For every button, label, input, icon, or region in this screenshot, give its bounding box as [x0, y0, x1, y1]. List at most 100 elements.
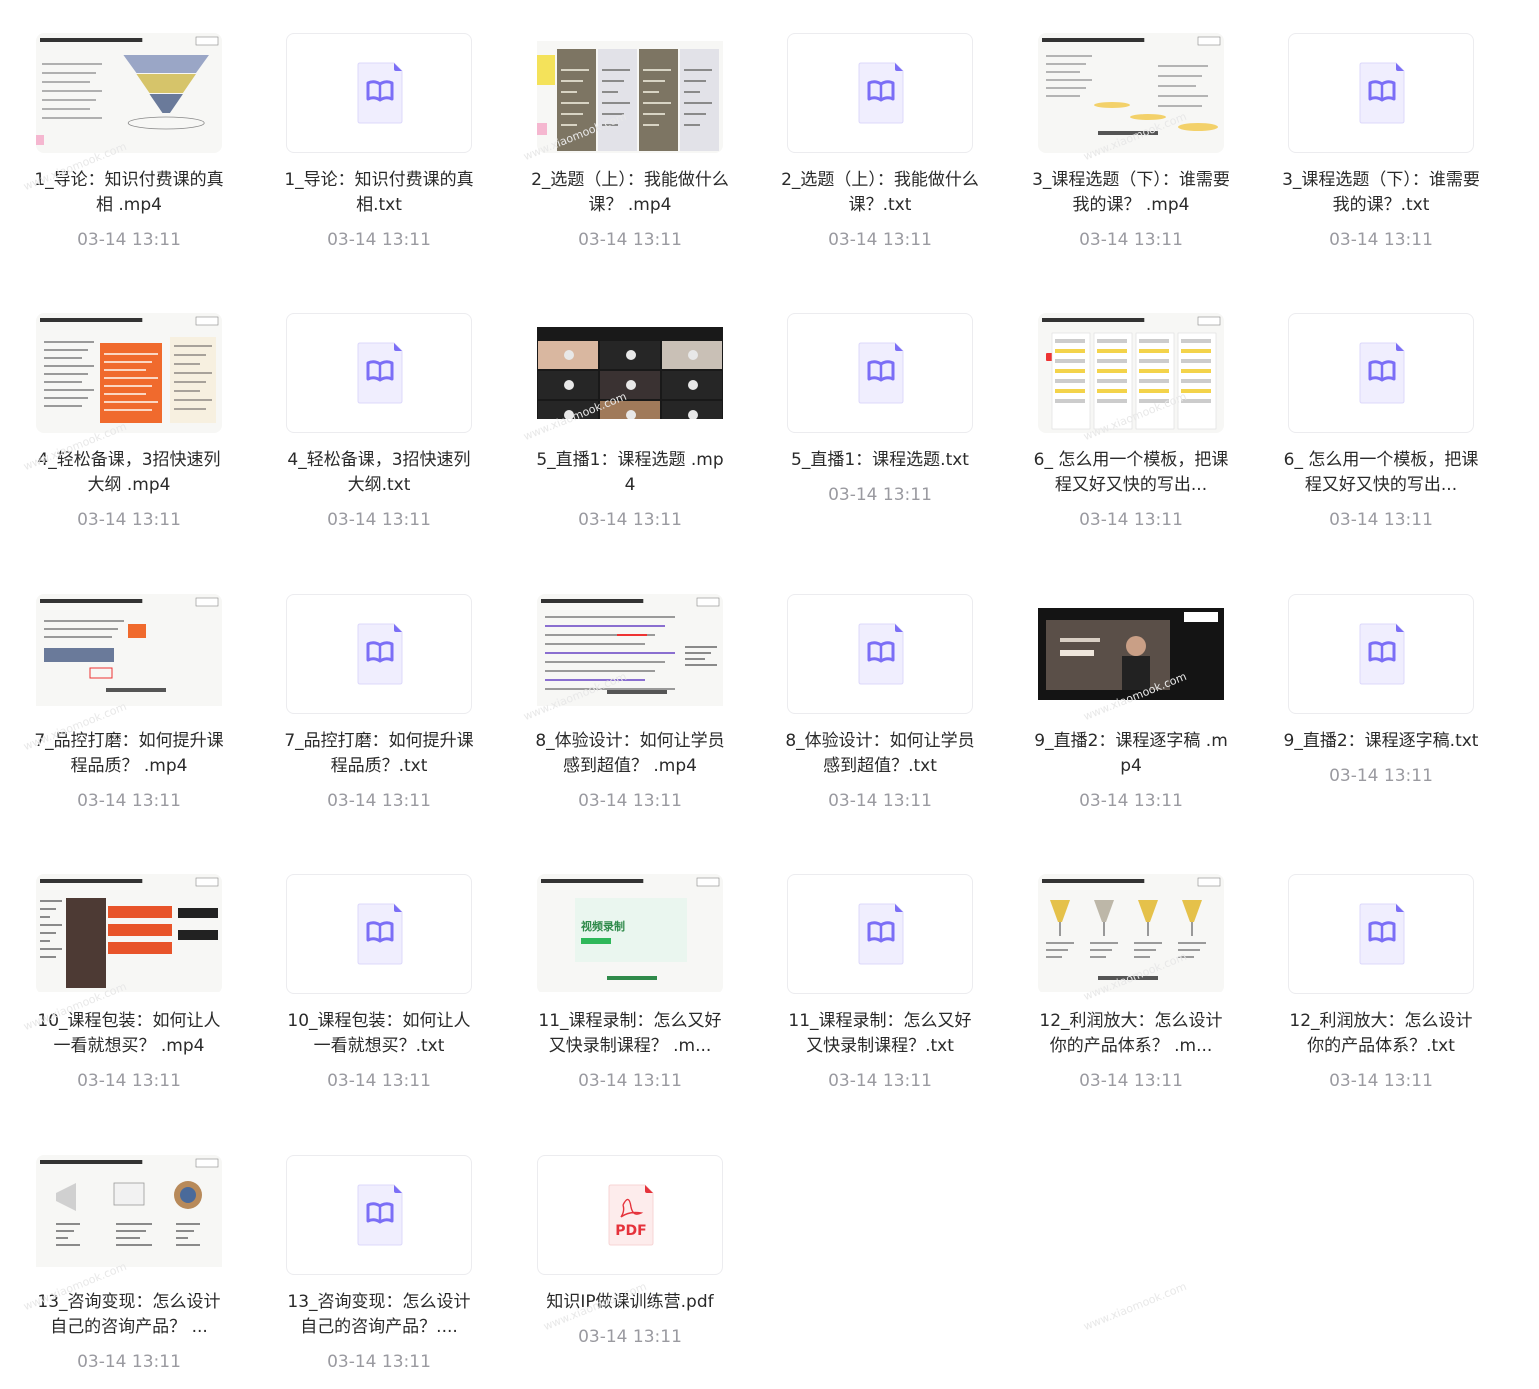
book-icon	[858, 903, 904, 965]
file-thumbnail[interactable]	[286, 874, 472, 994]
file-name[interactable]: 10_课程包装：如何让人一看就想买？.txt	[280, 1009, 478, 1059]
file-name[interactable]: 1_导论：知识付费课的真相.txt	[280, 168, 478, 218]
file-name[interactable]: 10_课程包装：如何让人一看就想买？ .mp4	[30, 1009, 228, 1059]
file-name[interactable]: 12_利润放大：怎么设计你的产品体系？ .m...	[1032, 1009, 1230, 1059]
book-icon	[1359, 342, 1405, 404]
file-date: 03-14 13:11	[327, 1071, 431, 1091]
file-date: 03-14 13:11	[828, 485, 932, 505]
file-name[interactable]: 8_体验设计：如何让学员感到超值？.txt	[781, 729, 979, 779]
video-frame	[1038, 608, 1224, 700]
video-thumbnail[interactable]	[537, 313, 723, 433]
file-thumbnail[interactable]	[286, 33, 472, 153]
file-name[interactable]: 12_利润放大：怎么设计你的产品体系？.txt	[1282, 1009, 1480, 1059]
file-date: 03-14 13:11	[1329, 1071, 1433, 1091]
file-name[interactable]: 13_咨询变现：怎么设计自己的咨询产品？ ...	[30, 1290, 228, 1340]
file-name[interactable]: 3_课程选题（下）：谁需要我的课？ .mp4	[1032, 168, 1230, 218]
file-date: 03-14 13:11	[578, 1071, 682, 1091]
file-date: 03-14 13:11	[1079, 791, 1183, 811]
video-frame	[538, 341, 722, 419]
file-name[interactable]: 6_ 怎么用一个模板，把课程又好又快的写出...	[1282, 448, 1480, 498]
file-grid: 1_导论：知识付费课的真相 .mp4 03-14 13:11 1_导论：知识付费课的…	[0, 0, 1539, 1389]
file-date: 03-14 13:11	[1329, 766, 1433, 786]
book-icon	[357, 903, 403, 965]
file-date: 03-14 13:11	[77, 1352, 181, 1372]
file-name[interactable]: 6_ 怎么用一个模板，把课程又好又快的写出...	[1032, 448, 1230, 498]
file-name[interactable]: 3_课程选题（下）：谁需要我的课？.txt	[1282, 168, 1480, 218]
file-name[interactable]: 9_直播2：课程逐字稿 .mp4	[1032, 729, 1230, 779]
file-name[interactable]: 2_选题（上）：我能做什么课？.txt	[781, 168, 979, 218]
file-name[interactable]: 11_课程录制：怎么又好又快录制课程？.txt	[781, 1009, 979, 1059]
file-thumbnail[interactable]	[1288, 594, 1474, 714]
file-date: 03-14 13:11	[578, 230, 682, 250]
file-date: 03-14 13:11	[327, 1352, 431, 1372]
file-thumbnail[interactable]	[286, 594, 472, 714]
pdf-label: PDF	[615, 1223, 646, 1239]
video-thumbnail[interactable]	[36, 313, 222, 433]
video-thumbnail[interactable]	[537, 33, 723, 153]
book-icon	[357, 1184, 403, 1246]
video-frame	[1042, 316, 1221, 430]
video-frame	[36, 36, 219, 145]
video-thumbnail[interactable]	[1038, 313, 1224, 433]
file-name[interactable]: 11_课程录制：怎么又好又快录制课程？ .m...	[531, 1009, 729, 1059]
file-date: 03-14 13:11	[828, 1071, 932, 1091]
video-thumbnail[interactable]	[36, 594, 222, 714]
file-date: 03-14 13:11	[578, 1327, 682, 1347]
file-name[interactable]: 7_品控打磨：如何提升课程品质？.txt	[280, 729, 478, 779]
video-frame	[541, 597, 720, 694]
file-thumbnail[interactable]: PDF	[537, 1155, 723, 1275]
file-date: 03-14 13:11	[578, 510, 682, 530]
file-name[interactable]: 8_体验设计：如何让学员感到超值？ .mp4	[531, 729, 729, 779]
file-name[interactable]: 5_直播1：课程选题.txt	[781, 448, 979, 473]
file-date: 03-14 13:11	[828, 230, 932, 250]
file-name[interactable]: 5_直播1：课程选题 .mp4	[531, 448, 729, 498]
video-thumbnail[interactable]	[36, 33, 222, 153]
file-thumbnail[interactable]	[286, 1155, 472, 1275]
thumb-caption: 视频录制	[581, 919, 625, 933]
file-name[interactable]: 4_轻松备课，3招快速列大纲.txt	[280, 448, 478, 498]
file-date: 03-14 13:11	[578, 791, 682, 811]
watermark: www.xiaomook.com	[1081, 1279, 1189, 1334]
file-thumbnail[interactable]	[1288, 33, 1474, 153]
file-thumbnail[interactable]	[787, 874, 973, 994]
book-icon	[357, 623, 403, 685]
video-thumbnail[interactable]	[1038, 874, 1224, 994]
file-name[interactable]: 1_导论：知识付费课的真相 .mp4	[30, 168, 228, 218]
file-date: 03-14 13:11	[828, 791, 932, 811]
file-name[interactable]: 知识IP做课训练营.pdf	[531, 1290, 729, 1315]
file-date: 03-14 13:11	[77, 791, 181, 811]
file-thumbnail[interactable]	[1288, 874, 1474, 994]
video-frame	[1042, 36, 1221, 135]
file-thumbnail[interactable]	[787, 33, 973, 153]
book-icon	[858, 623, 904, 685]
file-thumbnail[interactable]	[1288, 313, 1474, 433]
video-frame	[40, 877, 219, 988]
video-thumbnail[interactable]	[36, 874, 222, 994]
file-date: 03-14 13:11	[1079, 230, 1183, 250]
file-date: 03-14 13:11	[77, 1071, 181, 1091]
video-thumbnail[interactable]: 视频录制	[537, 874, 723, 994]
file-name[interactable]: 4_轻松备课，3招快速列大纲 .mp4	[30, 448, 228, 498]
video-thumbnail[interactable]	[36, 1155, 222, 1275]
book-icon	[357, 62, 403, 124]
video-thumbnail[interactable]	[1038, 594, 1224, 714]
file-name[interactable]: 2_选题（上）：我能做什么课？ .mp4	[531, 168, 729, 218]
file-thumbnail[interactable]	[787, 594, 973, 714]
book-icon	[1359, 623, 1405, 685]
book-icon	[1359, 62, 1405, 124]
file-date: 03-14 13:11	[1329, 230, 1433, 250]
video-thumbnail[interactable]	[1038, 33, 1224, 153]
pdf-icon: PDF	[608, 1184, 654, 1246]
video-thumbnail[interactable]	[537, 594, 723, 714]
file-name[interactable]: 9_直播2：课程逐字稿.txt	[1282, 729, 1480, 754]
book-icon	[858, 342, 904, 404]
file-name[interactable]: 13_咨询变现：怎么设计自己的咨询产品？....	[280, 1290, 478, 1340]
video-frame	[1042, 877, 1221, 980]
file-date: 03-14 13:11	[1329, 510, 1433, 530]
file-thumbnail[interactable]	[286, 313, 472, 433]
file-thumbnail[interactable]	[787, 313, 973, 433]
video-frame	[40, 316, 219, 423]
file-name[interactable]: 7_品控打磨：如何提升课程品质？ .mp4	[30, 729, 228, 779]
book-icon	[357, 342, 403, 404]
video-frame	[40, 1158, 219, 1246]
